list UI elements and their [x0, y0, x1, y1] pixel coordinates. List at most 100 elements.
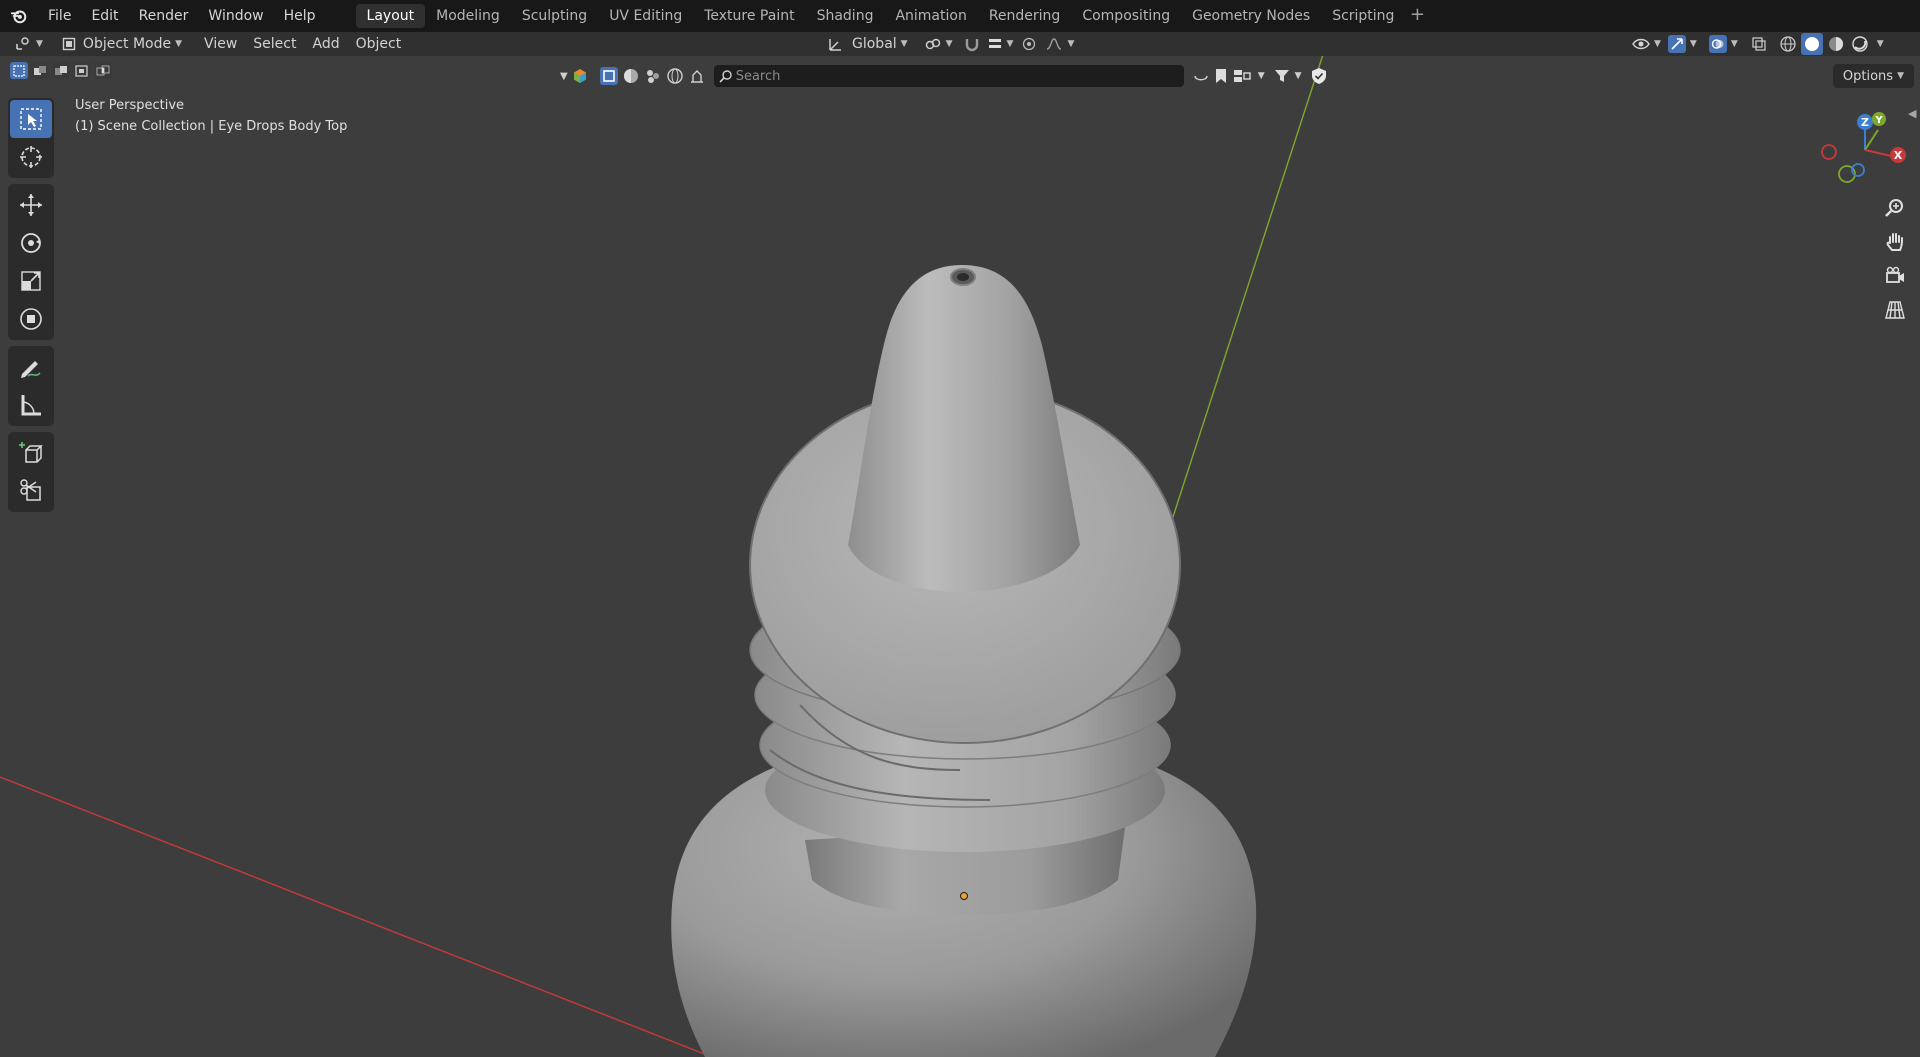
tab-scripting[interactable]: Scripting	[1321, 4, 1405, 28]
visibility-dropdown[interactable]: ▼	[1628, 33, 1665, 55]
transform-tool[interactable]	[10, 300, 52, 338]
select-extend-button[interactable]	[31, 62, 49, 79]
object-type-icon[interactable]	[572, 68, 588, 84]
zoom-button[interactable]	[1880, 193, 1910, 223]
pivot-point-dropdown[interactable]: ▼	[916, 33, 961, 55]
tab-animation[interactable]: Animation	[884, 4, 977, 28]
move-arrows-icon	[20, 194, 42, 216]
sync-icon[interactable]	[1192, 67, 1210, 85]
menu-window[interactable]: Window	[198, 0, 273, 32]
overlays-toggle[interactable]: ▼	[1706, 33, 1741, 55]
menu-file[interactable]: File	[38, 0, 81, 32]
chevron-down-icon[interactable]: ▼	[560, 71, 568, 82]
rendered-sphere-icon	[1852, 36, 1868, 52]
options-label: Options	[1842, 68, 1894, 84]
sidebar-toggle-icon[interactable]: ◀	[1908, 107, 1916, 120]
camera-icon	[1886, 266, 1904, 283]
editor-type-button[interactable]: ▼	[8, 33, 49, 55]
tab-texture-paint[interactable]: Texture Paint	[693, 4, 805, 28]
select-subtract-icon	[55, 65, 67, 75]
transform-icon	[20, 308, 42, 330]
options-button[interactable]: Options ▼	[1832, 64, 1914, 88]
pivot-link-icon	[925, 38, 940, 50]
mode-dropdown[interactable]: Object Mode ▼	[53, 33, 190, 55]
filter-mesh-button[interactable]	[599, 67, 618, 85]
3d-viewport[interactable]: ▼ Search ▼ ▼ Options ▼ User Perspective …	[0, 56, 1920, 1057]
orthographic-toggle-button[interactable]	[1880, 295, 1910, 325]
viewport-filter-bar: ▼ Search ▼ ▼	[560, 64, 1328, 88]
viewport-header: ▼ Object Mode ▼ View Select Add Object G…	[0, 32, 1920, 56]
menu-select[interactable]: Select	[245, 33, 304, 55]
mode-label: Object Mode	[82, 36, 172, 52]
menu-object[interactable]: Object	[348, 33, 410, 55]
particles-icon[interactable]	[644, 67, 662, 85]
tab-shading[interactable]: Shading	[806, 4, 885, 28]
rendered-shading-button[interactable]	[1849, 33, 1871, 55]
blender-logo-icon[interactable]	[0, 0, 38, 32]
bookmark-icon[interactable]	[1214, 67, 1228, 85]
tab-modeling[interactable]: Modeling	[425, 4, 511, 28]
material-preview-button[interactable]	[1825, 33, 1847, 55]
select-box-tool[interactable]	[10, 100, 52, 138]
xray-toggle[interactable]	[1747, 33, 1771, 55]
display-mode-icon[interactable]	[1232, 67, 1254, 85]
scale-tool[interactable]	[10, 262, 52, 300]
gizmo-toggle[interactable]: ▼	[1665, 33, 1700, 55]
rotate-icon	[21, 233, 41, 253]
solid-shading-button[interactable]	[1800, 33, 1823, 55]
select-invert-button[interactable]	[73, 62, 91, 79]
tab-rendering[interactable]: Rendering	[978, 4, 1072, 28]
tab-uv-editing[interactable]: UV Editing	[598, 4, 693, 28]
tab-geometry-nodes[interactable]: Geometry Nodes	[1181, 4, 1321, 28]
select-new-button[interactable]	[10, 62, 28, 79]
select-intersect-icon	[96, 65, 110, 75]
move-tool[interactable]	[10, 186, 52, 224]
add-workspace-button[interactable]: +	[1405, 4, 1429, 28]
chevron-down-icon[interactable]: ▼	[1877, 39, 1884, 49]
menu-render[interactable]: Render	[129, 0, 199, 32]
chevron-down-icon: ▼	[1067, 39, 1075, 49]
gizmo-y-label: Y	[1874, 115, 1883, 126]
proportional-editing-toggle[interactable]	[1017, 33, 1041, 55]
menu-help[interactable]: Help	[274, 0, 326, 32]
menu-edit[interactable]: Edit	[81, 0, 128, 32]
chevron-down-icon[interactable]: ▼	[1295, 71, 1302, 81]
cursor-tool[interactable]	[10, 138, 52, 176]
transform-orientation-icon	[829, 39, 841, 51]
proportional-falloff-dropdown[interactable]: ▼	[1041, 33, 1078, 55]
mesh-square-icon	[602, 70, 615, 82]
navigation-gizmo[interactable]: Z Y X	[1812, 108, 1912, 198]
tab-compositing[interactable]: Compositing	[1071, 4, 1181, 28]
select-subtract-button[interactable]	[52, 62, 70, 79]
orientation-dropdown[interactable]: Global ▼	[818, 33, 916, 55]
selection-mode-buttons	[10, 62, 112, 79]
chevron-down-icon: ▼	[945, 39, 953, 49]
rotate-tool[interactable]	[10, 224, 52, 262]
world-icon[interactable]	[666, 67, 684, 85]
select-intersect-button[interactable]	[94, 62, 112, 79]
wireframe-shading-button[interactable]	[1777, 33, 1799, 55]
search-input[interactable]: Search	[713, 65, 1184, 87]
scene-icon[interactable]	[688, 67, 706, 85]
camera-view-button[interactable]	[1880, 261, 1910, 291]
y-axis-line	[1171, 56, 1324, 521]
material-ball-icon[interactable]	[622, 67, 640, 85]
snap-target-dropdown[interactable]: ▼	[983, 33, 1018, 55]
search-placeholder: Search	[735, 68, 781, 84]
filter-icon[interactable]	[1273, 67, 1291, 85]
menu-add[interactable]: Add	[304, 33, 347, 55]
menu-view[interactable]: View	[196, 33, 245, 55]
falloff-curve-icon	[1047, 38, 1062, 50]
tab-sculpting[interactable]: Sculpting	[511, 4, 598, 28]
chevron-down-icon[interactable]: ▼	[1258, 71, 1265, 81]
pan-button[interactable]	[1880, 227, 1910, 257]
shield-icon[interactable]	[1310, 67, 1328, 85]
gizmo-neg-x-ball[interactable]	[1821, 144, 1837, 160]
measure-tool[interactable]	[10, 386, 52, 424]
object-origin-dot	[960, 892, 968, 900]
tab-layout[interactable]: Layout	[355, 4, 426, 28]
transform-affect-tool[interactable]	[10, 472, 52, 510]
snap-toggle[interactable]	[961, 33, 983, 55]
annotate-tool[interactable]	[10, 348, 52, 386]
add-cube-tool[interactable]	[10, 434, 52, 472]
